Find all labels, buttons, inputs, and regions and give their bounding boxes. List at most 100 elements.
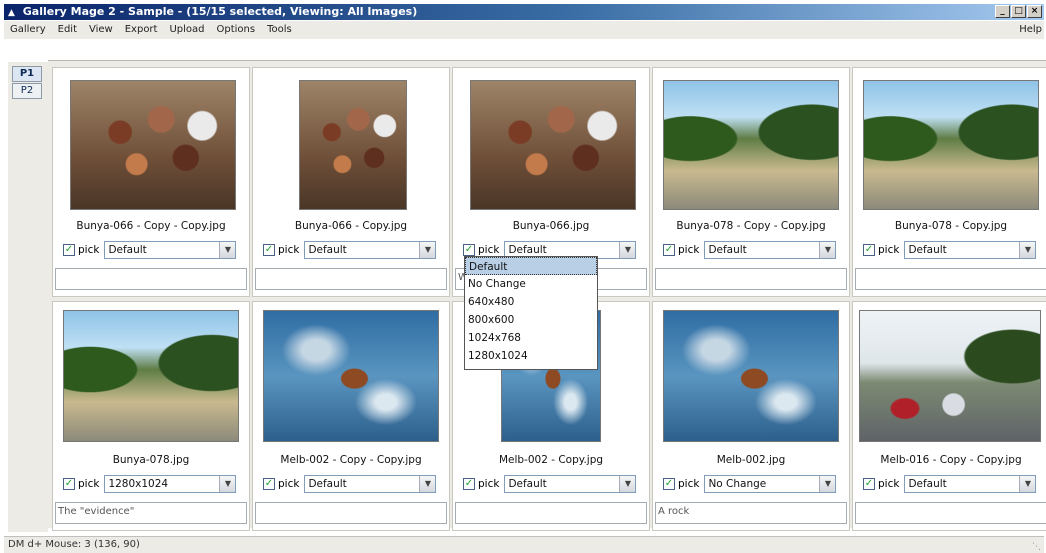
dropdown-option[interactable]: No Change [465,275,597,293]
size-select[interactable]: Default ▼ [904,475,1037,493]
size-select[interactable]: Default ▼ [704,241,837,259]
chevron-down-icon[interactable]: ▼ [1019,476,1036,492]
caption-input[interactable] [655,268,847,290]
pick-checkbox[interactable]: ✓ [263,244,275,256]
thumbnail-image[interactable] [863,80,1039,210]
image-card[interactable]: Melb-016 - Copy - Copy.jpg ✓ pick Default ▼ [852,301,1046,531]
caption-input[interactable] [255,502,447,524]
image-filename: Melb-002 - Copy.jpg [498,454,604,466]
resize-grip-icon[interactable]: ⋱ [1032,539,1041,553]
pick-checkbox[interactable]: ✓ [263,478,275,490]
caption-input[interactable] [855,502,1046,524]
menu-bar: Gallery Edit View Export Upload Options … [4,21,1044,39]
dropdown-option[interactable]: Default [465,257,597,275]
pick-label: pick [478,244,500,256]
dropdown-option[interactable]: 640x480 [465,293,597,311]
image-filename: Melb-016 - Copy - Copy.jpg [880,454,1022,466]
pick-checkbox[interactable]: ✓ [463,244,475,256]
image-card[interactable]: Bunya-078 - Copy.jpg ✓ pick Default ▼ [852,67,1046,297]
menu-tools[interactable]: Tools [261,21,298,39]
thumbnail-area [53,72,249,214]
image-filename: Bunya-078 - Copy.jpg [894,220,1008,232]
maximize-button[interactable]: □ [1011,5,1026,18]
chevron-down-icon[interactable]: ▼ [819,476,836,492]
image-card[interactable]: Melb-002 - Copy - Copy.jpg ✓ pick Default ▼ [252,301,450,531]
thumbnail-area [653,72,849,214]
thumbnail-image[interactable] [63,310,239,442]
window-controls: _ □ × [995,5,1042,18]
size-select-value: Default [908,244,947,256]
pick-checkbox[interactable]: ✓ [63,478,75,490]
chevron-down-icon[interactable]: ▼ [419,476,436,492]
size-select-value: Default [508,244,547,256]
pick-label: pick [478,478,500,490]
pick-label: pick [678,478,700,490]
pick-checkbox[interactable]: ✓ [863,478,875,490]
pick-checkbox[interactable]: ✓ [463,478,475,490]
image-card[interactable]: Bunya-066 - Copy - Copy.jpg ✓ pick Default ▼ [52,67,250,297]
size-select-value: Default [708,244,747,256]
menu-gallery[interactable]: Gallery [4,21,52,39]
thumbnail-image[interactable] [470,80,636,210]
caption-input[interactable]: A rock [655,502,847,524]
chevron-down-icon[interactable]: ▼ [619,242,636,258]
pick-row: ✓ pick Default ▼ [263,240,437,260]
menu-view[interactable]: View [83,21,119,39]
image-card[interactable]: Bunya-078.jpg ✓ pick 1280x1024 ▼ The "evidenc… [52,301,250,531]
caption-input[interactable] [455,502,647,524]
thumbnail-image[interactable] [299,80,407,210]
chevron-down-icon[interactable]: ▼ [219,476,236,492]
thumbnail-image[interactable] [663,310,839,442]
pick-row: ✓ pick Default ▼ [663,240,837,260]
image-filename: Bunya-066 - Copy.jpg [294,220,408,232]
size-select-value: Default [108,244,147,256]
chevron-down-icon[interactable]: ▼ [619,476,636,492]
size-select[interactable]: Default ▼ [304,475,437,493]
size-select[interactable]: Default ▼ [504,475,637,493]
size-select[interactable]: Default ▼ [104,241,237,259]
pick-checkbox[interactable]: ✓ [63,244,75,256]
dropdown-option[interactable]: 1024x768 [465,329,597,347]
minimize-button[interactable]: _ [995,5,1010,18]
size-select[interactable]: Default ▼ [904,241,1037,259]
thumbnail-image[interactable] [263,310,439,442]
app-icon: ▲ [8,8,15,18]
pick-checkbox[interactable]: ✓ [663,244,675,256]
chevron-down-icon[interactable]: ▼ [819,242,836,258]
pick-checkbox[interactable]: ✓ [863,244,875,256]
image-card[interactable]: Bunya-078 - Copy - Copy.jpg ✓ pick Default ▼ [652,67,850,297]
menu-help[interactable]: Help [1013,21,1044,39]
size-select[interactable]: 1280x1024 ▼ [104,475,237,493]
thumbnail-area [53,306,249,448]
size-select-value: Default [308,244,347,256]
menu-upload[interactable]: Upload [163,21,210,39]
image-filename: Bunya-066 - Copy - Copy.jpg [76,220,226,232]
close-button[interactable]: × [1027,5,1042,18]
image-card[interactable]: Bunya-066 - Copy.jpg ✓ pick Default ▼ [252,67,450,297]
tab-p2[interactable]: P2 [12,83,42,99]
pick-row: ✓ pick Default ▼ [63,240,237,260]
dropdown-option[interactable]: 800x600 [465,311,597,329]
image-filename: Melb-002.jpg [716,454,786,466]
menu-options[interactable]: Options [211,21,262,39]
pick-row: ✓ pick Default ▼ [463,474,637,494]
size-select[interactable]: No Change ▼ [704,475,837,493]
thumbnail-image[interactable] [70,80,236,210]
caption-input[interactable] [255,268,447,290]
size-select[interactable]: Default ▼ [304,241,437,259]
dropdown-option[interactable]: 1280x1024 [465,347,597,365]
caption-input[interactable] [55,268,247,290]
pick-checkbox[interactable]: ✓ [663,478,675,490]
chevron-down-icon[interactable]: ▼ [1019,242,1036,258]
tab-p1[interactable]: P1 [12,66,42,82]
caption-input[interactable] [855,268,1046,290]
thumbnail-image[interactable] [663,80,839,210]
chevron-down-icon[interactable]: ▼ [219,242,236,258]
menu-edit[interactable]: Edit [52,21,83,39]
image-card[interactable]: Melb-002.jpg ✓ pick No Change ▼ A rock [652,301,850,531]
caption-input[interactable]: The "evidence" [55,502,247,524]
chevron-down-icon[interactable]: ▼ [419,242,436,258]
image-filename: Bunya-078.jpg [112,454,190,466]
menu-export[interactable]: Export [119,21,164,39]
thumbnail-image[interactable] [859,310,1041,442]
